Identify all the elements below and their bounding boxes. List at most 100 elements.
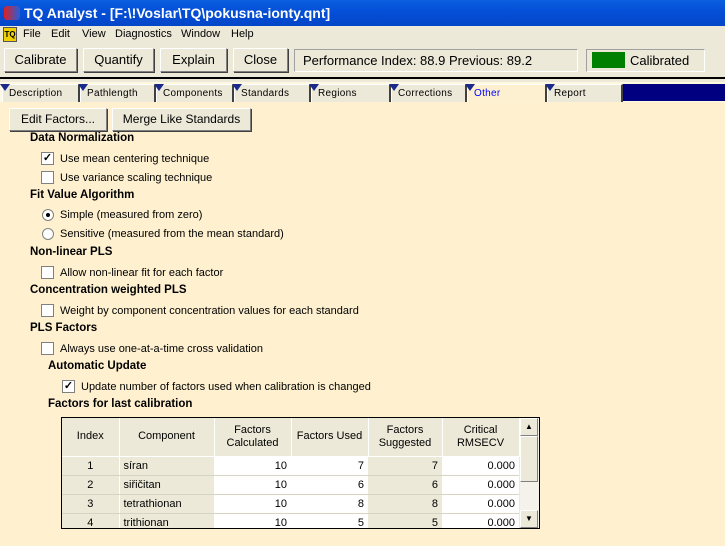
- performance-index: Performance Index: 88.9 Previous: 89.2: [294, 49, 578, 72]
- checkbox-icon[interactable]: [41, 266, 54, 279]
- table-cell: tetrathionan: [119, 494, 214, 514]
- menu-diagnostics[interactable]: Diagnostics: [115, 28, 172, 40]
- checkbox-icon[interactable]: ✓: [62, 380, 75, 393]
- update-factors-checkbox[interactable]: ✓ Update number of factors used when cali…: [62, 380, 371, 393]
- menu-edit[interactable]: Edit: [51, 28, 70, 40]
- table-cell[interactable]: 7: [291, 456, 368, 476]
- table-cell: 7: [368, 456, 442, 476]
- tab-filler: [623, 84, 725, 101]
- table-row[interactable]: 2 siřičitan 10 6 6 0.000: [62, 475, 519, 495]
- tab-label: Description: [9, 88, 63, 99]
- table-row[interactable]: 4 trithionan 10 5 5 0.000: [62, 513, 519, 528]
- tab-label: Regions: [318, 88, 357, 99]
- tab-label: Standards: [241, 88, 290, 99]
- section-non-linear: Non-linear PLS: [30, 246, 113, 258]
- tab-pathlength[interactable]: Pathlength: [78, 84, 156, 102]
- quantify-button[interactable]: Quantify: [83, 48, 154, 72]
- table-cell: 0.000: [442, 494, 519, 514]
- checkbox-icon[interactable]: ✓: [41, 152, 54, 165]
- table-cell: 6: [368, 475, 442, 495]
- table-cell: 5: [368, 513, 442, 528]
- tab-components[interactable]: Components: [154, 84, 234, 102]
- simple-radio[interactable]: Simple (measured from zero): [42, 209, 202, 221]
- option-label: Update number of factors used when calib…: [81, 380, 371, 393]
- checkbox-icon[interactable]: [41, 304, 54, 317]
- table-row[interactable]: 3 tetrathionan 10 8 8 0.000: [62, 494, 519, 514]
- tab-other[interactable]: Other: [465, 84, 547, 103]
- app-icon: [4, 6, 20, 20]
- status-indicator: [592, 52, 625, 68]
- section-last-calibration: Factors for last calibration: [48, 398, 193, 410]
- section-data-normalization: Data Normalization: [30, 132, 135, 144]
- option-label: Simple (measured from zero): [60, 209, 203, 221]
- status-label: Calibrated: [630, 53, 690, 68]
- table-cell: 10: [214, 475, 291, 495]
- table-cell[interactable]: 8: [291, 494, 368, 514]
- sensitive-radio[interactable]: Sensitive (measured from the mean standa…: [42, 228, 284, 240]
- table-cell: 2: [62, 475, 120, 495]
- option-label: Always use one-at-a-time cross validatio…: [60, 342, 263, 355]
- table-cell: 4: [62, 513, 120, 528]
- vertical-scrollbar[interactable]: ▲ ▼: [520, 418, 539, 528]
- scroll-thumb[interactable]: [520, 436, 538, 482]
- factors-table: Index Component Factors Calculated Factors …: [61, 417, 540, 529]
- tab-label: Other: [474, 88, 501, 99]
- tab-report[interactable]: Report: [545, 84, 623, 102]
- table-cell[interactable]: 6: [291, 475, 368, 495]
- section-fit-value: Fit Value Algorithm: [30, 189, 135, 201]
- calibration-status: Calibrated: [586, 49, 705, 72]
- column-header[interactable]: Factors Used: [291, 418, 369, 457]
- section-automatic-update: Automatic Update: [48, 360, 147, 372]
- table-cell[interactable]: 5: [291, 513, 368, 528]
- cross-validation-checkbox[interactable]: Always use one-at-a-time cross validatio…: [41, 342, 263, 355]
- mean-centering-checkbox[interactable]: ✓ Use mean centering technique: [41, 152, 209, 165]
- tab-regions[interactable]: Regions: [309, 84, 391, 102]
- table-cell: síran: [119, 456, 214, 476]
- column-header[interactable]: Factors Calculated: [214, 418, 292, 457]
- divider: [0, 77, 725, 79]
- window-title: TQ Analyst - [F:\!Voslar\TQ\pokusna-iont…: [24, 5, 331, 21]
- tab-label: Components: [163, 88, 223, 99]
- option-label: Weight by component concentration values…: [60, 304, 359, 317]
- table-cell: 10: [214, 513, 291, 528]
- table-cell: 10: [214, 494, 291, 514]
- table-cell: 10: [214, 456, 291, 476]
- close-button[interactable]: Close: [233, 48, 288, 72]
- menu-help[interactable]: Help: [231, 28, 254, 40]
- merge-like-standards-button[interactable]: Merge Like Standards: [112, 108, 251, 131]
- edit-factors-button[interactable]: Edit Factors...: [9, 108, 107, 131]
- checkbox-icon[interactable]: [41, 171, 54, 184]
- column-header[interactable]: Factors Suggested: [368, 418, 443, 457]
- tab-corrections[interactable]: Corrections: [389, 84, 467, 102]
- title-bar: TQ Analyst - [F:\!Voslar\TQ\pokusna-iont…: [0, 0, 725, 26]
- weight-checkbox[interactable]: Weight by component concentration values…: [41, 304, 359, 317]
- calibrate-button[interactable]: Calibrate: [4, 48, 77, 72]
- menu-window[interactable]: Window: [181, 28, 220, 40]
- radio-icon[interactable]: [42, 228, 54, 240]
- tab-description[interactable]: Description: [0, 84, 80, 102]
- variance-scaling-checkbox[interactable]: Use variance scaling technique: [41, 171, 212, 184]
- menu-view[interactable]: View: [82, 28, 106, 40]
- table-cell: 0.000: [442, 475, 519, 495]
- column-header[interactable]: Component: [119, 418, 215, 457]
- table-cell: 0.000: [442, 456, 519, 476]
- tab-standards[interactable]: Standards: [232, 84, 311, 102]
- checkbox-icon[interactable]: [41, 342, 54, 355]
- menu-file[interactable]: File: [23, 28, 41, 40]
- option-label: Sensitive (measured from the mean standa…: [60, 228, 284, 240]
- column-header[interactable]: Index: [62, 418, 120, 457]
- scroll-up-icon[interactable]: ▲: [520, 418, 538, 436]
- table-cell: trithionan: [119, 513, 214, 528]
- radio-icon[interactable]: [42, 209, 54, 221]
- scroll-down-icon[interactable]: ▼: [520, 510, 538, 528]
- document-icon[interactable]: TQ: [3, 27, 17, 42]
- table-cell: 0.000: [442, 513, 519, 528]
- non-linear-checkbox[interactable]: Allow non-linear fit for each factor: [41, 266, 223, 279]
- table-cell: siřičitan: [119, 475, 214, 495]
- column-header[interactable]: Critical RMSECV: [442, 418, 520, 457]
- explain-button[interactable]: Explain: [160, 48, 227, 72]
- tab-label: Report: [554, 88, 586, 99]
- table-row[interactable]: 1 síran 10 7 7 0.000: [62, 456, 519, 476]
- option-label: Allow non-linear fit for each factor: [60, 266, 224, 279]
- option-label: Use variance scaling technique: [60, 171, 213, 184]
